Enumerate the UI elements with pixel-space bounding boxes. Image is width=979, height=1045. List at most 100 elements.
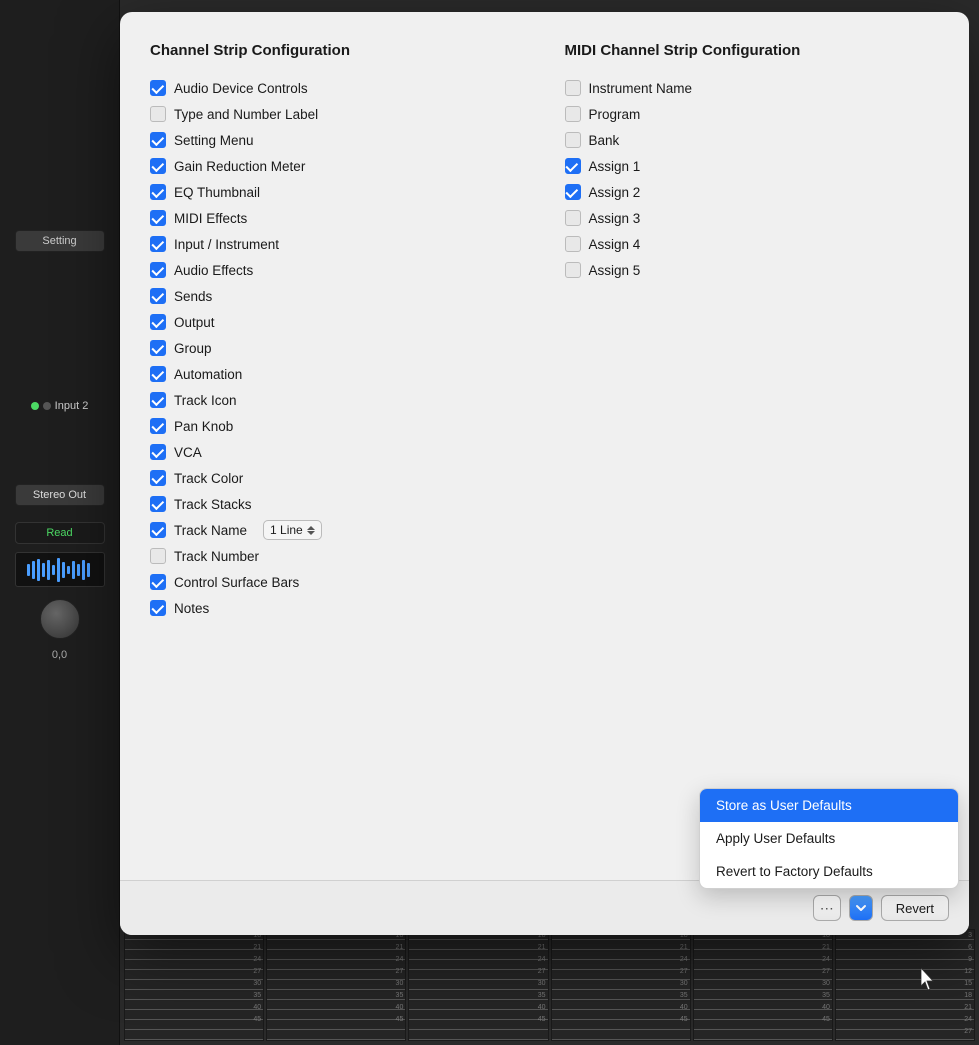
- revert-button[interactable]: Revert: [881, 895, 949, 921]
- label-type-and-number-label: Type and Number Label: [174, 107, 318, 122]
- label-assign-3: Assign 3: [589, 211, 641, 226]
- ruler-3: 1821242730354045: [408, 929, 548, 1041]
- checkbox-midi-effects[interactable]: [150, 210, 166, 226]
- ruler-2: 1821242730354045: [266, 929, 406, 1041]
- ruler-6: 369121518212427303540: [835, 929, 975, 1041]
- checkbox-row-sends: Sends: [150, 283, 525, 309]
- label-notes: Notes: [174, 601, 209, 616]
- checkbox-bank[interactable]: [565, 132, 581, 148]
- sidebar-strip: Setting Input 2 Stereo Out Read: [0, 0, 120, 1045]
- left-column: Channel Strip Configuration Audio Device…: [150, 42, 525, 860]
- checkbox-program[interactable]: [565, 106, 581, 122]
- position-label: 0,0: [52, 649, 67, 661]
- checkbox-row-group: Group: [150, 335, 525, 361]
- knob[interactable]: [40, 599, 80, 639]
- checkbox-row-track-name: Track Name 1 Line: [150, 517, 525, 543]
- checkbox-row-vca: VCA: [150, 439, 525, 465]
- checkbox-sends[interactable]: [150, 288, 166, 304]
- checkbox-row-program: Program: [565, 101, 940, 127]
- checkbox-row-assign-2: Assign 2: [565, 179, 940, 205]
- ruler-area: 1821242730354045 1821242730354045 182124…: [120, 925, 979, 1045]
- label-program: Program: [589, 107, 641, 122]
- left-column-title: Channel Strip Configuration: [150, 42, 525, 59]
- checkbox-track-icon[interactable]: [150, 392, 166, 408]
- checkbox-row-eq-thumbnail: EQ Thumbnail: [150, 179, 525, 205]
- checkbox-group[interactable]: [150, 340, 166, 356]
- checkbox-track-stacks[interactable]: [150, 496, 166, 512]
- setting-button[interactable]: Setting: [15, 230, 105, 252]
- label-track-stacks: Track Stacks: [174, 497, 252, 512]
- checkbox-track-name[interactable]: [150, 522, 166, 538]
- checkbox-row-instrument-name: Instrument Name: [565, 75, 940, 101]
- label-bank: Bank: [589, 133, 620, 148]
- checkbox-row-type-and-number-label: Type and Number Label: [150, 101, 525, 127]
- label-input-instrument: Input / Instrument: [174, 237, 279, 252]
- checkbox-assign-4[interactable]: [565, 236, 581, 252]
- checkbox-assign-3[interactable]: [565, 210, 581, 226]
- checkbox-assign-5[interactable]: [565, 262, 581, 278]
- checkbox-row-automation: Automation: [150, 361, 525, 387]
- right-column: MIDI Channel Strip Configuration Instrum…: [565, 42, 940, 860]
- checkbox-track-color[interactable]: [150, 470, 166, 486]
- more-button[interactable]: ⋯: [813, 895, 841, 921]
- read-badge: Read: [15, 522, 105, 544]
- checkbox-notes[interactable]: [150, 600, 166, 616]
- label-assign-1: Assign 1: [589, 159, 641, 174]
- checkbox-eq-thumbnail[interactable]: [150, 184, 166, 200]
- input-label: Input 2: [31, 400, 89, 412]
- label-assign-5: Assign 5: [589, 263, 641, 278]
- waveform-display: [15, 552, 105, 587]
- ruler-1: 1821242730354045: [124, 929, 264, 1041]
- checkbox-instrument-name[interactable]: [565, 80, 581, 96]
- checkbox-track-number[interactable]: [150, 548, 166, 564]
- checkbox-row-audio-effects: Audio Effects: [150, 257, 525, 283]
- label-output: Output: [174, 315, 215, 330]
- checkbox-output[interactable]: [150, 314, 166, 330]
- dropdown-item-store-user-defaults[interactable]: Store as User Defaults: [700, 789, 958, 822]
- label-track-number: Track Number: [174, 549, 259, 564]
- label-track-color: Track Color: [174, 471, 243, 486]
- label-group: Group: [174, 341, 212, 356]
- label-instrument-name: Instrument Name: [589, 81, 693, 96]
- checkbox-pan-knob[interactable]: [150, 418, 166, 434]
- track-name-select[interactable]: 1 Line: [263, 520, 322, 540]
- label-vca: VCA: [174, 445, 202, 460]
- dialog-footer: ⋯ Revert Store as User DefaultsApply Use…: [120, 880, 969, 935]
- arrow-up-icon: [307, 526, 315, 530]
- stereo-out-label: Stereo Out: [15, 484, 105, 506]
- dot-gray-icon: [43, 402, 51, 410]
- dropdown-item-revert-factory-defaults[interactable]: Revert to Factory Defaults: [700, 855, 958, 888]
- label-automation: Automation: [174, 367, 242, 382]
- checkbox-automation[interactable]: [150, 366, 166, 382]
- checkbox-row-assign-1: Assign 1: [565, 153, 940, 179]
- checkbox-row-gain-reduction-meter: Gain Reduction Meter: [150, 153, 525, 179]
- dropdown-toggle-button[interactable]: [849, 895, 873, 921]
- checkbox-setting-menu[interactable]: [150, 132, 166, 148]
- checkbox-row-midi-effects: MIDI Effects: [150, 205, 525, 231]
- checkbox-row-assign-3: Assign 3: [565, 205, 940, 231]
- checkbox-type-and-number-label[interactable]: [150, 106, 166, 122]
- checkbox-row-pan-knob: Pan Knob: [150, 413, 525, 439]
- label-pan-knob: Pan Knob: [174, 419, 233, 434]
- checkbox-audio-device-controls[interactable]: [150, 80, 166, 96]
- checkbox-row-bank: Bank: [565, 127, 940, 153]
- checkbox-row-assign-5: Assign 5: [565, 257, 940, 283]
- dropdown-menu: Store as User DefaultsApply User Default…: [699, 788, 959, 889]
- checkbox-row-audio-device-controls: Audio Device Controls: [150, 75, 525, 101]
- label-midi-effects: MIDI Effects: [174, 211, 247, 226]
- checkbox-input-instrument[interactable]: [150, 236, 166, 252]
- label-track-name: Track Name: [174, 523, 247, 538]
- checkbox-control-surface-bars[interactable]: [150, 574, 166, 590]
- dialog: Channel Strip Configuration Audio Device…: [120, 12, 969, 935]
- dropdown-item-apply-user-defaults[interactable]: Apply User Defaults: [700, 822, 958, 855]
- checkbox-audio-effects[interactable]: [150, 262, 166, 278]
- checkbox-gain-reduction-meter[interactable]: [150, 158, 166, 174]
- checkbox-row-track-icon: Track Icon: [150, 387, 525, 413]
- label-audio-effects: Audio Effects: [174, 263, 253, 278]
- right-column-title: MIDI Channel Strip Configuration: [565, 42, 940, 59]
- ruler-4: 1821242730354045: [551, 929, 691, 1041]
- checkbox-assign-2[interactable]: [565, 184, 581, 200]
- checkbox-vca[interactable]: [150, 444, 166, 460]
- checkbox-assign-1[interactable]: [565, 158, 581, 174]
- label-control-surface-bars: Control Surface Bars: [174, 575, 299, 590]
